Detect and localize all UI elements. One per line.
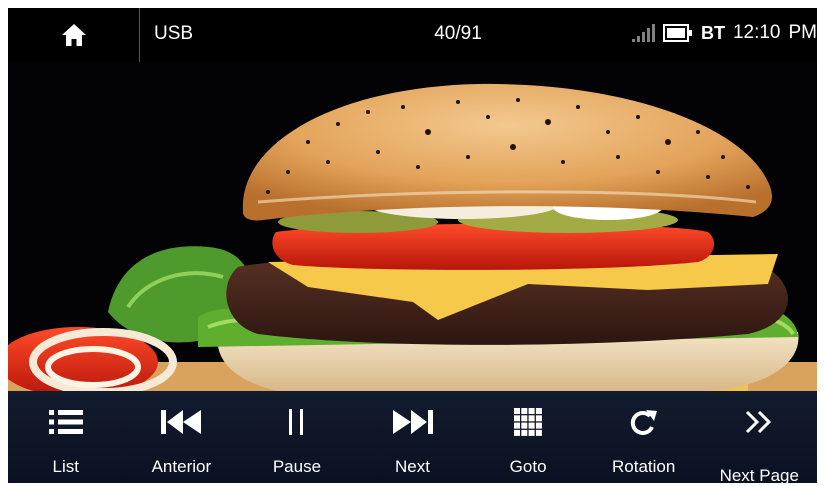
status-indicators: BT 12:10 PM <box>631 22 818 44</box>
pause-icon <box>239 405 355 439</box>
next-page-button[interactable]: Next Page <box>701 391 817 483</box>
pause-button[interactable]: Pause <box>239 391 355 483</box>
clock-ampm: PM <box>788 22 818 43</box>
next-button[interactable]: Next <box>355 391 471 483</box>
previous-button[interactable]: Anterior <box>124 391 240 483</box>
head-unit-screen: USB 40/91 BT 12:10 PM List Anterior Paus… <box>8 8 817 483</box>
double-chevron-right-icon <box>701 405 817 439</box>
goto-label: Goto <box>509 457 547 476</box>
rotation-button[interactable]: Rotation <box>586 391 702 483</box>
next-icon <box>355 405 471 439</box>
burger-photo <box>8 62 817 391</box>
previous-icon <box>124 405 240 439</box>
control-bar: List Anterior Pause Next Goto Rotation N… <box>8 391 817 483</box>
rotation-label: Rotation <box>612 457 676 476</box>
track-counter: 40/91 <box>434 23 482 44</box>
rotate-icon <box>586 405 702 439</box>
grid-icon <box>470 405 586 439</box>
list-icon <box>8 405 124 439</box>
clock-time: 12:10 <box>732 22 781 43</box>
next-label: Next <box>395 457 430 476</box>
previous-label: Anterior <box>151 457 212 476</box>
goto-button[interactable]: Goto <box>470 391 586 483</box>
photo-viewer[interactable] <box>8 62 817 391</box>
next-page-label: Next Page <box>719 466 799 483</box>
pause-label: Pause <box>272 457 322 476</box>
status-bar: USB 40/91 BT 12:10 PM <box>8 8 817 62</box>
source-label: USB <box>154 23 194 44</box>
list-label: List <box>52 457 80 476</box>
bluetooth-indicator: BT <box>700 22 725 43</box>
home-button[interactable] <box>8 8 140 62</box>
list-button[interactable]: List <box>8 391 124 483</box>
signal-bars-icon <box>631 24 655 42</box>
home-icon <box>61 24 86 46</box>
battery-icon <box>662 24 692 42</box>
